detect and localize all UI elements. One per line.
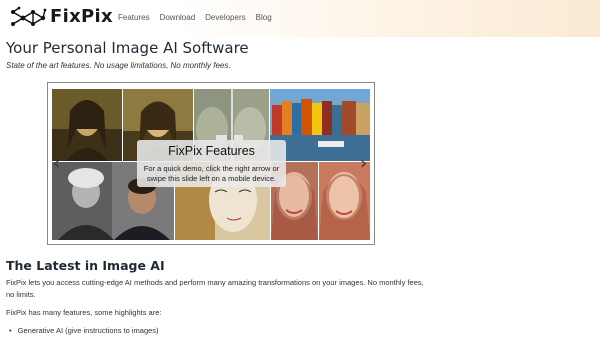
- highlights-intro: FixPix has many features, some highlight…: [6, 308, 162, 317]
- main-nav: Features Download Developers Blog: [118, 13, 272, 22]
- nav-link-download[interactable]: Download: [160, 13, 196, 22]
- slide-image-mona-lisa-original: [52, 89, 122, 161]
- chevron-right-icon[interactable]: ›: [360, 155, 367, 173]
- chevron-left-icon[interactable]: ‹: [53, 155, 60, 173]
- intro-paragraph: FixPix lets you access cutting-edge AI m…: [6, 278, 424, 299]
- brand-name[interactable]: FixPix: [50, 6, 113, 27]
- slider-caption-text: For a quick demo, click the right arrow …: [143, 164, 280, 183]
- nav-link-features[interactable]: Features: [118, 13, 150, 22]
- list-item: • Generative AI (give instructions to ima…: [9, 326, 159, 335]
- top-navbar: FixPix Features Download Developers Blog: [0, 0, 600, 37]
- page-subtitle: State of the art features. No usage limi…: [6, 61, 231, 70]
- slider-caption-title: FixPix Features: [168, 144, 255, 158]
- list-item-text: Generative AI (give instructions to imag…: [17, 326, 159, 335]
- nav-link-blog[interactable]: Blog: [256, 13, 272, 22]
- bullet-icon: •: [9, 326, 12, 335]
- molecule-network-icon[interactable]: [9, 6, 47, 30]
- page-title: Your Personal Image AI Software: [6, 39, 249, 57]
- nav-link-developers[interactable]: Developers: [205, 13, 245, 22]
- section-heading: The Latest in Image AI: [6, 258, 165, 273]
- slider-caption: FixPix Features For a quick demo, click …: [137, 140, 286, 187]
- features-slider[interactable]: ‹ › FixPix Features For a quick demo, cl…: [47, 82, 375, 245]
